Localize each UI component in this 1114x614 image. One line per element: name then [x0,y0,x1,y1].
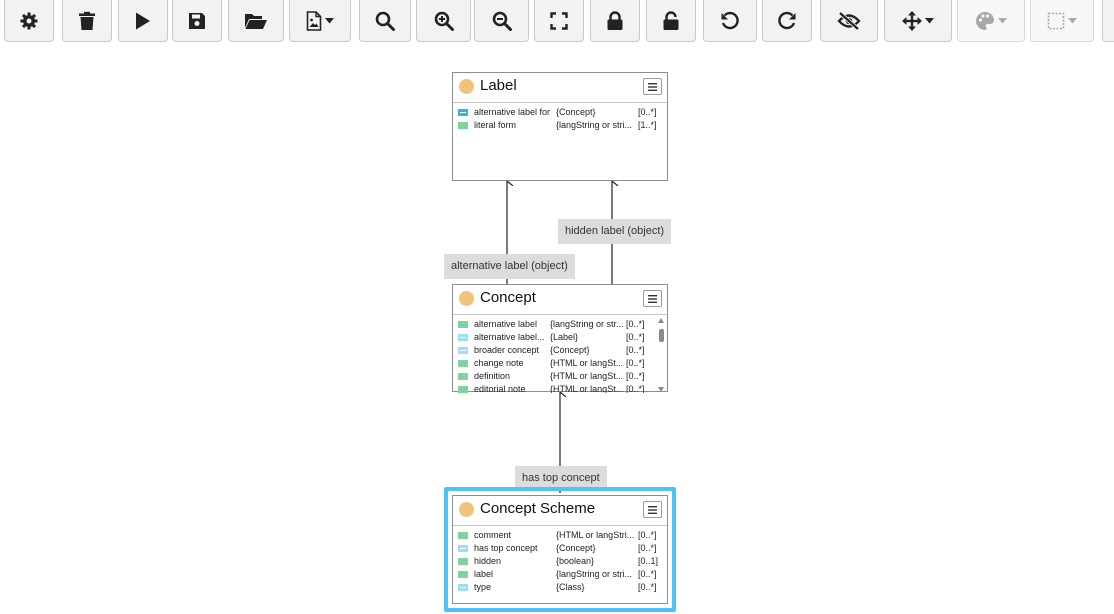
property-cardinality: [0..1] [638,556,659,566]
hamburger-icon [648,294,657,303]
node-scrollbar[interactable] [658,318,665,392]
object-property-icon [458,109,468,116]
property-cardinality: [0..*] [626,358,645,368]
property-range: {langString or str... [550,319,624,329]
datatype-property-icon [458,321,468,328]
property-name: hidden [474,556,502,566]
diagram-editor: alternative label (object) hidden label … [0,0,1114,614]
class-node-label[interactable]: Label alternative label for {Concept} [0..… [452,72,668,181]
datatype-property-icon [458,360,468,367]
property-name: broader concept [474,345,540,355]
property-range: {Concept} [556,107,596,117]
property-name: alternative label... [474,332,545,342]
node-title: Label [480,77,517,94]
property-row[interactable]: editorial note {HTML or langSt... [0..*] [453,383,667,393]
property-name: literal form [474,120,517,130]
property-range: {langString or stri... [556,120,633,130]
property-name: type [474,582,492,592]
property-name: definition [474,371,511,381]
property-cardinality: [0..*] [638,530,657,540]
node-header[interactable]: Label [453,73,667,103]
property-range: {HTML or langStri... [556,530,635,540]
class-node-concept-scheme[interactable]: Concept Scheme comment {HTML or langStri.… [452,495,668,604]
node-header[interactable]: Concept [453,285,667,315]
hamburger-icon [648,82,657,91]
property-cardinality: [0..*] [626,345,645,355]
property-row[interactable]: has top concept {Concept} [0..*] [453,542,667,555]
property-range: {langString or stri... [556,569,633,579]
property-name: change note [474,358,524,368]
class-dot-icon [459,502,474,517]
object-property-icon [458,584,468,591]
node-properties: alternative label for {Concept} [0..*] lite… [453,103,667,132]
object-property-icon [458,545,468,552]
property-range: {Label} [550,332,579,342]
class-dot-icon [459,291,474,306]
node-menu-button[interactable] [643,501,662,518]
object-property-icon [458,347,468,354]
property-cardinality: [1..*] [638,120,657,130]
property-range: {Concept} [550,345,590,355]
property-row[interactable]: change note {HTML or langSt... [0..*] [453,357,667,370]
property-cardinality: [0..*] [626,332,645,342]
property-name: comment [474,530,512,540]
datatype-property-icon [458,571,468,578]
datatype-property-icon [458,386,468,393]
node-title: Concept [480,289,536,306]
property-range: {HTML or langSt... [550,371,624,381]
property-range: {boolean} [556,556,595,566]
property-row[interactable]: label {langString or stri... [0..*] [453,568,667,581]
datatype-property-icon [458,558,468,565]
property-row[interactable]: definition {HTML or langSt... [0..*] [453,370,667,383]
property-cardinality: [0..*] [638,569,657,579]
class-node-concept[interactable]: Concept alternative label {langString or … [452,284,668,393]
property-range: {HTML or langSt... [550,384,624,393]
property-range: {Class} [556,582,585,592]
property-row[interactable]: literal form {langString or stri... [1..*] [453,119,667,132]
node-menu-button[interactable] [643,290,662,307]
property-name: alternative label [474,319,538,329]
node-title: Concept Scheme [480,500,596,517]
property-row[interactable]: alternative label {langString or str... [0… [453,318,667,331]
property-cardinality: [0..*] [626,319,645,329]
scroll-thumb[interactable] [659,329,664,342]
property-row[interactable]: hidden {boolean} [0..1] [453,555,667,568]
class-dot-icon [459,79,474,94]
property-row[interactable]: alternative label... {Label} [0..*] [453,331,667,344]
datatype-property-icon [458,532,468,539]
property-name: label [474,569,494,579]
scroll-down-icon[interactable] [658,387,664,392]
property-row[interactable]: alternative label for {Concept} [0..*] [453,106,667,119]
property-cardinality: [0..*] [638,582,657,592]
property-row[interactable]: broader concept {Concept} [0..*] [453,344,667,357]
property-name: has top concept [474,543,538,553]
datatype-property-icon [458,373,468,380]
edge-label-alternative-label[interactable]: alternative label (object) [444,254,575,279]
property-cardinality: [0..*] [638,107,657,117]
property-cardinality: [0..*] [638,543,657,553]
node-properties: alternative label {langString or str... [0… [453,315,667,393]
node-menu-button[interactable] [643,78,662,95]
datatype-property-icon [458,122,468,129]
edge-label-hidden-label[interactable]: hidden label (object) [558,219,672,244]
property-cardinality: [0..*] [626,384,645,393]
property-range: {HTML or langSt... [550,358,624,368]
property-row[interactable]: type {Class} [0..*] [453,581,667,594]
node-header[interactable]: Concept Scheme [453,496,667,526]
hamburger-icon [648,505,657,514]
property-row[interactable]: comment {HTML or langStri... [0..*] [453,529,667,542]
property-cardinality: [0..*] [626,371,645,381]
node-properties: comment {HTML or langStri... [0..*] has top… [453,526,667,594]
object-property-icon [458,334,468,341]
property-name: alternative label for [474,107,551,117]
scroll-up-icon[interactable] [658,318,664,323]
property-range: {Concept} [556,543,596,553]
property-name: editorial note [474,384,526,393]
